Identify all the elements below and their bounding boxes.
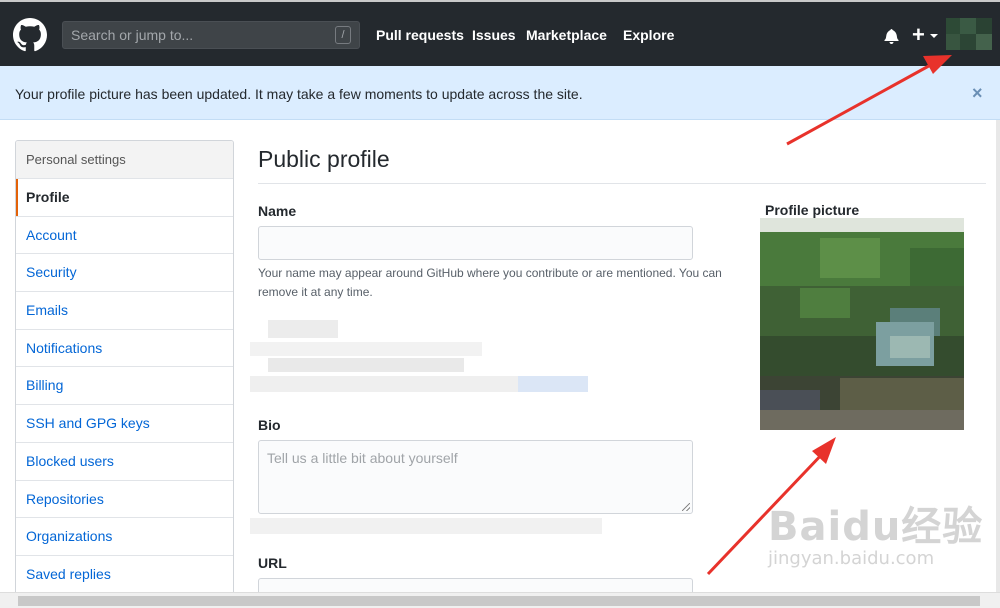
arrow-to-avatar-icon xyxy=(786,55,952,146)
annotation-arrows xyxy=(706,55,952,576)
scrollbar-thumb[interactable] xyxy=(18,596,980,606)
vertical-scrollbar[interactable] xyxy=(996,120,1000,592)
arrow-to-profile-picture-icon xyxy=(706,437,836,576)
horizontal-scrollbar[interactable] xyxy=(0,592,1000,608)
